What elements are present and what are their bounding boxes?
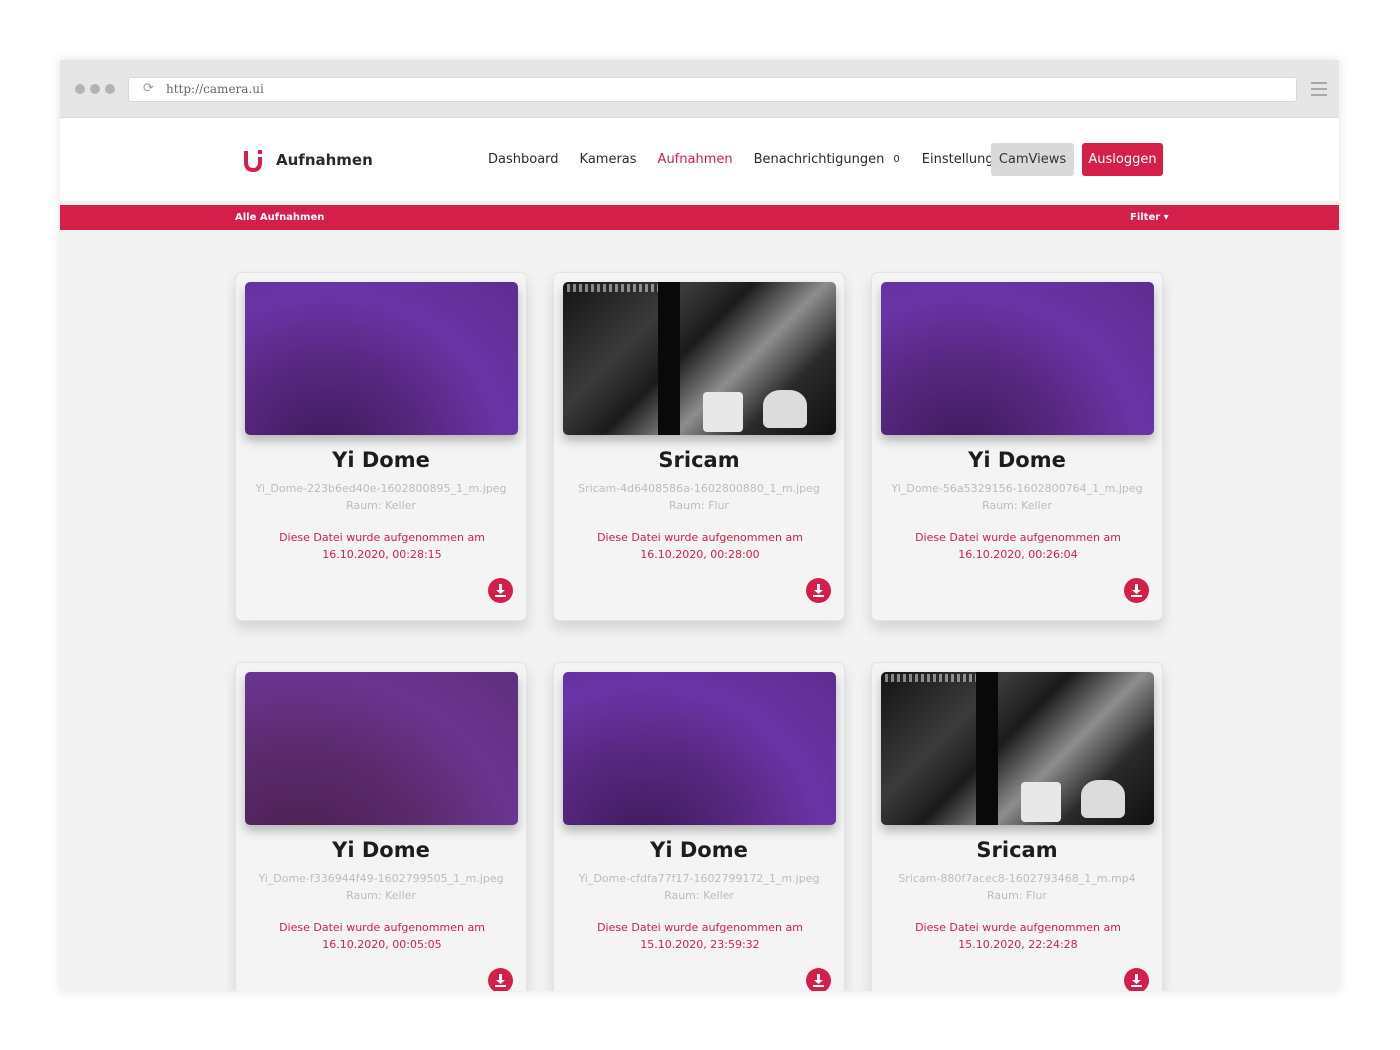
recording-thumbnail[interactable]	[563, 282, 836, 435]
download-button[interactable]	[488, 968, 513, 991]
thumb-shape	[976, 672, 998, 825]
recording-room: Raum: Flur	[669, 499, 729, 512]
app-logo-icon[interactable]	[242, 148, 264, 174]
recording-camera-name: Sricam	[976, 838, 1058, 862]
recording-camera-name: Yi Dome	[968, 448, 1066, 472]
download-icon	[495, 584, 506, 597]
download-button[interactable]	[806, 578, 831, 603]
recording-card[interactable]: Yi Dome Yi_Dome-f336944f49-1602799505_1_m…	[235, 662, 527, 991]
recording-timestamp: Diese Datei wurde aufgenommen am 16.10.2…	[279, 921, 485, 951]
recording-camera-name: Yi Dome	[332, 838, 430, 862]
recording-timestamp: Diese Datei wurde aufgenommen am 16.10.2…	[915, 531, 1121, 561]
browser-window: ⟳ http://camera.ui Aufnahmen Dashboard K…	[60, 60, 1339, 991]
address-bar[interactable]: ⟳ http://camera.ui	[128, 77, 1297, 102]
download-icon	[1131, 974, 1142, 987]
recording-thumbnail[interactable]	[881, 282, 1154, 435]
recording-room: Raum: Keller	[664, 889, 734, 902]
recording-room: Raum: Keller	[982, 499, 1052, 512]
window-controls[interactable]	[75, 84, 115, 94]
recording-camera-name: Yi Dome	[332, 448, 430, 472]
recording-card[interactable]: Sricam Sricam-880f7acec8-1602793468_1_m.m…	[871, 662, 1163, 991]
all-recordings-link[interactable]: Alle Aufnahmen	[235, 212, 324, 223]
recording-timestamp: Diese Datei wurde aufgenommen am 15.10.2…	[915, 921, 1121, 951]
thumb-shape	[1021, 782, 1061, 822]
download-button[interactable]	[806, 968, 831, 991]
recording-card[interactable]: Yi Dome Yi_Dome-56a5329156-1602800764_1_m…	[871, 272, 1163, 621]
thumb-shape	[1081, 780, 1125, 818]
thumb-shape	[658, 282, 680, 435]
recording-timestamp: Diese Datei wurde aufgenommen am 16.10.2…	[279, 531, 485, 561]
recording-filename: Yi_Dome-223b6ed40e-1602800895_1_m.jpeg	[255, 482, 507, 495]
browser-menu-icon[interactable]	[1311, 82, 1327, 96]
recording-room: Raum: Keller	[346, 499, 416, 512]
download-icon	[813, 584, 824, 597]
recording-thumbnail[interactable]	[245, 672, 518, 825]
recording-camera-name: Sricam	[658, 448, 740, 472]
recording-filename: Sricam-4d6408586a-1602800880_1_m.jpeg	[578, 482, 820, 495]
main-nav: Dashboard Kameras Aufnahmen Benachrichti…	[488, 152, 1031, 167]
recording-room: Raum: Keller	[346, 889, 416, 902]
app-navbar: Aufnahmen Dashboard Kameras Aufnahmen Be…	[60, 118, 1339, 203]
nav-aufnahmen[interactable]: Aufnahmen	[658, 152, 733, 167]
download-button[interactable]	[1124, 968, 1149, 991]
download-icon	[1131, 584, 1142, 597]
thumb-shape	[703, 392, 743, 432]
page-title: Aufnahmen	[276, 151, 373, 169]
url-text[interactable]: http://camera.ui	[166, 82, 264, 96]
recording-thumbnail[interactable]	[245, 282, 518, 435]
download-button[interactable]	[1124, 578, 1149, 603]
recording-card[interactable]: Yi Dome Yi_Dome-cfdfa77f17-1602799172_1_m…	[553, 662, 845, 991]
reload-icon[interactable]: ⟳	[143, 82, 157, 96]
recording-card[interactable]: Yi Dome Yi_Dome-223b6ed40e-1602800895_1_m…	[235, 272, 527, 621]
nav-benachrichtigungen[interactable]: Benachrichtigungen	[754, 152, 885, 167]
camviews-button[interactable]: CamViews	[991, 143, 1074, 176]
logout-button[interactable]: Ausloggen	[1082, 143, 1163, 176]
recording-timestamp: Diese Datei wurde aufgenommen am 15.10.2…	[597, 921, 803, 951]
window-dot[interactable]	[90, 84, 100, 94]
nav-kameras[interactable]: Kameras	[580, 152, 637, 167]
browser-toolbar: ⟳ http://camera.ui	[60, 60, 1339, 118]
download-icon	[495, 974, 506, 987]
recording-camera-name: Yi Dome	[650, 838, 748, 862]
recording-timestamp: Diese Datei wurde aufgenommen am 16.10.2…	[597, 531, 803, 561]
window-dot[interactable]	[75, 84, 85, 94]
recording-thumbnail[interactable]	[563, 672, 836, 825]
download-icon	[813, 974, 824, 987]
window-dot[interactable]	[105, 84, 115, 94]
recording-filename: Yi_Dome-cfdfa77f17-1602799172_1_m.jpeg	[578, 872, 820, 885]
download-button[interactable]	[488, 578, 513, 603]
notification-count-badge: 0	[893, 154, 900, 165]
recording-card[interactable]: Sricam Sricam-4d6408586a-1602800880_1_m.j…	[553, 272, 845, 621]
recording-filename: Yi_Dome-f336944f49-1602799505_1_m.jpeg	[258, 872, 504, 885]
sub-navbar: Alle Aufnahmen Filter ▾	[60, 205, 1339, 230]
recording-room: Raum: Flur	[987, 889, 1047, 902]
recording-filename: Yi_Dome-56a5329156-1602800764_1_m.jpeg	[891, 482, 1143, 495]
recording-thumbnail[interactable]	[881, 672, 1154, 825]
recording-filename: Sricam-880f7acec8-1602793468_1_m.mp4	[898, 872, 1136, 885]
nav-dashboard[interactable]: Dashboard	[488, 152, 559, 167]
filter-dropdown[interactable]: Filter ▾	[1130, 212, 1169, 223]
thumb-shape	[763, 390, 807, 428]
